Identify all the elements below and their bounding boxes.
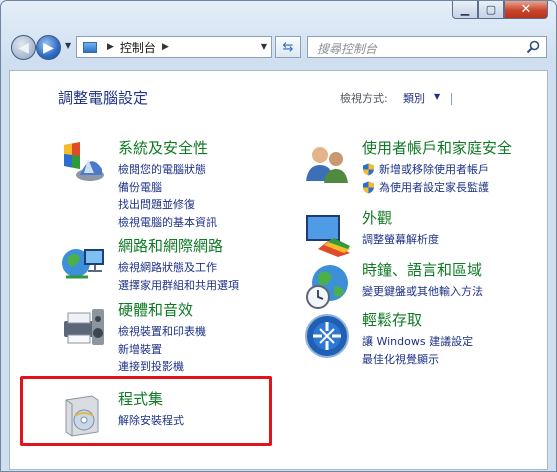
uac-shield-icon [363, 181, 374, 194]
address-bar[interactable]: ▶ 控制台 ▶ ▼ [76, 36, 272, 58]
appearance-icon[interactable] [302, 209, 352, 259]
back-arrow-icon: ◀ [18, 39, 29, 56]
link-label[interactable]: 為使用者設定家長監護 [379, 179, 489, 197]
category-title[interactable]: 硬體和音效 [118, 299, 193, 320]
highlight-box [20, 376, 272, 446]
link-connect-projector[interactable]: 連接到投影機 [118, 358, 206, 376]
recent-pages-dropdown[interactable]: ▼ [65, 41, 71, 50]
hardware-sound-icon[interactable] [58, 301, 108, 351]
refresh-icon: ⇆ [282, 39, 294, 55]
page-title: 調整電腦設定 [58, 89, 149, 107]
category-links: 檢視裝置和印表機 新增裝置 連接到投影機 [118, 323, 206, 376]
link-windows-suggest-settings[interactable]: 讓 Windows 建議設定 [362, 333, 473, 351]
back-button[interactable]: ◀ [11, 35, 36, 60]
forward-button[interactable]: ▶ [36, 35, 61, 60]
category-title[interactable]: 系統及安全性 [118, 137, 208, 158]
link-view-basic-info[interactable]: 檢視電腦的基本資訊 [118, 214, 217, 232]
navigation-bar: ◀ ▶ ▼ ▶ 控制台 ▶ ▼ ⇆ 搜尋控制台 [9, 33, 549, 63]
view-by-caret-icon[interactable]: ▼ [434, 92, 440, 101]
category-links: 新增或移除使用者帳戶 為使用者設定家長監護 [362, 161, 489, 196]
link-find-and-fix-problems[interactable]: 找出問題並修復 [118, 196, 217, 214]
link-change-input-method[interactable]: 變更鍵盤或其他輸入方法 [362, 283, 483, 301]
network-icon[interactable] [58, 237, 108, 287]
link-parental-controls[interactable]: 為使用者設定家長監護 [362, 179, 489, 197]
link-label[interactable]: 新增或移除使用者帳戶 [379, 161, 489, 179]
address-dropdown-icon[interactable]: ▼ [261, 42, 267, 51]
category-title[interactable]: 使用者帳戶和家庭安全 [362, 137, 512, 158]
close-button[interactable]: ✕ [504, 1, 548, 19]
search-placeholder: 搜尋控制台 [317, 42, 378, 56]
link-add-device[interactable]: 新增裝置 [118, 341, 206, 359]
search-input[interactable]: 搜尋控制台 [307, 36, 547, 58]
category-links: 檢視網路狀態及工作 選擇家用群組和共用選項 [118, 259, 239, 294]
link-add-remove-accounts[interactable]: 新增或移除使用者帳戶 [362, 161, 489, 179]
category-title[interactable]: 外觀 [362, 207, 392, 228]
category-links: 讓 Windows 建議設定 最佳化視覺顯示 [362, 333, 473, 368]
control-panel-window: ▁ ▢ ✕ ◀ ▶ ▼ ▶ 控制台 ▶ ▼ ⇆ 搜尋控制台 調整電腦設定 檢視方… [0, 0, 557, 472]
refresh-button[interactable]: ⇆ [275, 36, 301, 58]
view-by-dropdown[interactable]: 類別 [403, 90, 425, 106]
category-links: 調整螢幕解析度 [362, 231, 439, 249]
link-screen-resolution[interactable]: 調整螢幕解析度 [362, 231, 439, 249]
link-homegroup-sharing[interactable]: 選擇家用群組和共用選項 [118, 277, 239, 295]
user-accounts-icon[interactable] [302, 139, 352, 189]
system-security-icon[interactable] [58, 139, 108, 189]
category-title[interactable]: 時鐘、語言和區域 [362, 259, 482, 280]
view-divider [451, 93, 452, 105]
category-title[interactable]: 輕鬆存取 [362, 309, 422, 330]
breadcrumb-chevron-icon[interactable]: ▶ [162, 42, 169, 52]
ease-of-access-icon[interactable] [302, 311, 352, 361]
link-devices-printers[interactable]: 檢視裝置和印表機 [118, 323, 206, 341]
category-links: 變更鍵盤或其他輸入方法 [362, 283, 483, 301]
search-icon[interactable] [526, 40, 540, 54]
category-title[interactable]: 網路和網際網路 [118, 235, 223, 256]
breadcrumb-separator-icon[interactable]: ▶ [107, 42, 114, 52]
link-network-status[interactable]: 檢視網路狀態及工作 [118, 259, 239, 277]
window-caption-buttons: ▁ ▢ ✕ [452, 1, 548, 19]
link-backup-computer[interactable]: 備份電腦 [118, 179, 217, 197]
control-panel-icon [83, 41, 97, 53]
category-links: 檢閱您的電腦狀態 備份電腦 找出問題並修復 檢視電腦的基本資訊 [118, 161, 217, 231]
clock-language-icon[interactable] [302, 261, 352, 311]
link-review-computer-status[interactable]: 檢閱您的電腦狀態 [118, 161, 217, 179]
link-optimize-visual-display[interactable]: 最佳化視覺顯示 [362, 351, 473, 369]
forward-arrow-icon: ▶ [43, 39, 54, 56]
uac-shield-icon [363, 163, 374, 176]
view-by-label: 檢視方式: [340, 92, 388, 105]
breadcrumb-control-panel[interactable]: 控制台 [120, 39, 156, 56]
minimize-button[interactable]: ▁ [452, 1, 478, 19]
maximize-button[interactable]: ▢ [478, 1, 504, 19]
content-pane: 調整電腦設定 檢視方式: 類別 ▼ 系統及安全性 檢閱您的電腦狀態 備份電腦 找… [9, 70, 548, 470]
